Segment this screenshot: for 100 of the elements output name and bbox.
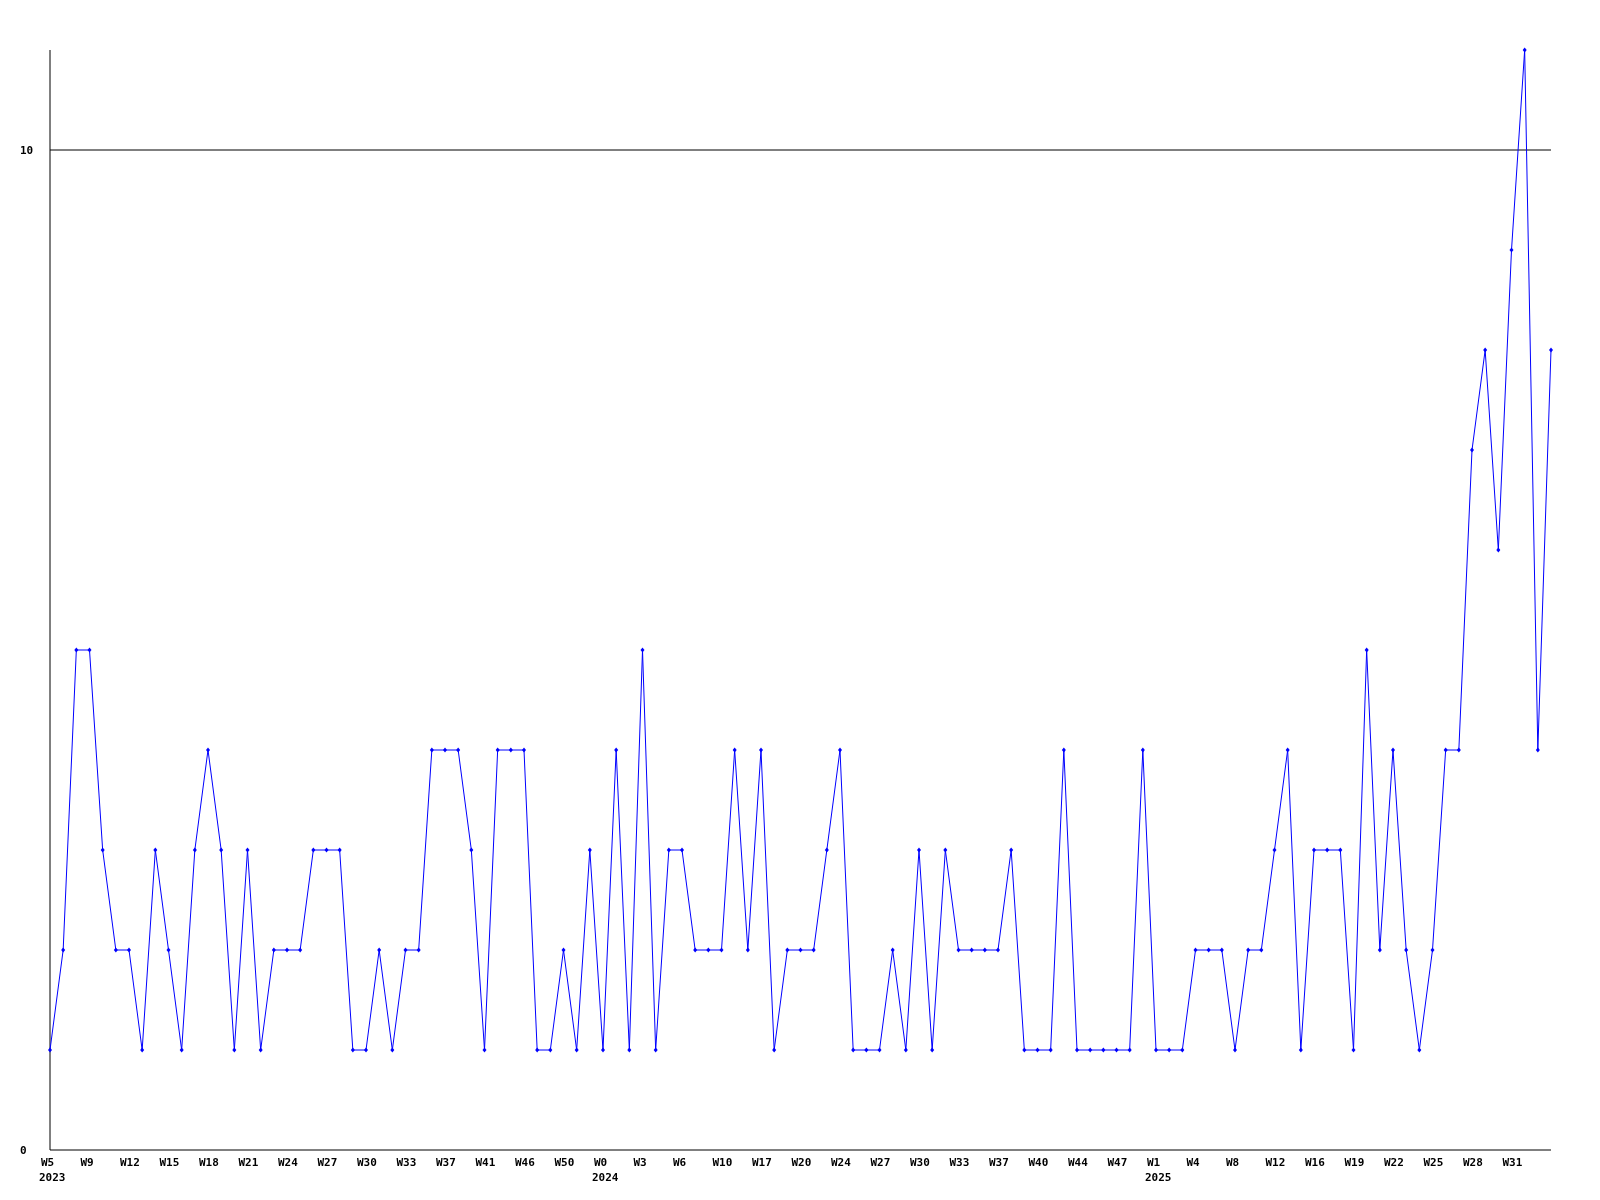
axis-label: W33 [396, 1156, 417, 1169]
year-label: 2023 [39, 1171, 66, 1184]
data-point [1009, 847, 1014, 853]
data-point [1272, 847, 1277, 853]
data-point [61, 947, 66, 953]
data-point [153, 847, 158, 853]
axis-label: W24 [831, 1156, 851, 1169]
data-point [258, 1047, 263, 1053]
data-point [956, 947, 961, 953]
data-point [390, 1047, 395, 1053]
data-point [443, 747, 447, 753]
axis-label: W44 [1068, 1156, 1088, 1169]
data-point [1075, 1047, 1079, 1053]
axis-label: W25 [1423, 1156, 1444, 1169]
data-point [469, 847, 474, 853]
data-point [811, 947, 816, 953]
data-point [1206, 947, 1211, 953]
data-point [1193, 947, 1198, 953]
data-point [601, 1047, 605, 1053]
axis-label: W30 [910, 1156, 930, 1169]
data-point [1285, 747, 1290, 753]
data-point [1483, 347, 1488, 353]
data-point [851, 1047, 856, 1053]
data-point [1167, 1047, 1172, 1053]
data-point [311, 847, 316, 853]
axis-label: W31 [1502, 1156, 1523, 1169]
axis-label: W5 [41, 1156, 55, 1169]
data-point [785, 947, 790, 953]
axis-label: W9 [80, 1156, 94, 1169]
data-point [943, 847, 948, 853]
data-point [574, 1047, 579, 1053]
data-point [1364, 647, 1369, 653]
data-point [403, 947, 408, 953]
axis-label: W50 [554, 1156, 575, 1169]
data-point [1061, 747, 1066, 753]
data-point [100, 847, 105, 853]
data-point [1325, 847, 1330, 853]
data-point [74, 647, 79, 653]
data-point [1048, 1047, 1053, 1053]
data-point [890, 947, 895, 953]
data-point [166, 947, 171, 953]
data-point [535, 1047, 540, 1053]
data-point [1430, 947, 1435, 953]
axis-label: W47 [1107, 1156, 1128, 1169]
data-point [1035, 1047, 1040, 1053]
axis-label: W8 [1226, 1156, 1240, 1169]
data-point [561, 947, 566, 953]
data-point [759, 747, 763, 753]
data-point [587, 847, 592, 853]
axis-label: W4 [1186, 1156, 1200, 1169]
data-point [982, 947, 987, 953]
data-point [693, 947, 698, 953]
axis-label: W15 [159, 1156, 180, 1169]
data-point [1522, 47, 1527, 53]
data-point [127, 947, 131, 953]
data-point [206, 747, 210, 753]
axis-label: W16 [1305, 1156, 1325, 1169]
data-point [522, 747, 526, 753]
axis-label: W28 [1463, 1156, 1483, 1169]
data-point [495, 747, 500, 753]
data-point [798, 947, 803, 953]
data-point [1154, 1047, 1158, 1053]
data-point [1101, 1047, 1106, 1053]
data-point [969, 947, 974, 953]
data-point [219, 847, 224, 853]
axis-label: W10 [712, 1156, 733, 1169]
axis-label: W18 [199, 1156, 219, 1169]
axis-label: W6 [673, 1156, 687, 1169]
data-point [680, 847, 684, 853]
axis-label: W22 [1384, 1156, 1404, 1169]
data-point [917, 847, 921, 853]
data-point [1233, 1047, 1237, 1053]
data-point [653, 1047, 658, 1053]
data-point [627, 1047, 632, 1053]
data-point [1470, 447, 1474, 453]
data-point [416, 947, 421, 953]
data-point [377, 947, 382, 953]
axis-label: W24 [278, 1156, 298, 1169]
data-point [1246, 947, 1251, 953]
data-point [245, 847, 250, 853]
data-point [666, 847, 671, 853]
data-point [1351, 1047, 1356, 1053]
data-point [732, 747, 737, 753]
axis-label: W27 [870, 1156, 891, 1169]
data-point [640, 647, 645, 653]
data-point [1377, 947, 1382, 953]
data-point [745, 947, 750, 953]
axis-label: W27 [317, 1156, 338, 1169]
data-point [1127, 1047, 1132, 1053]
data-point [285, 947, 289, 953]
data-point [1140, 747, 1145, 753]
year-label: 2025 [1145, 1171, 1172, 1184]
data-point [1404, 947, 1409, 953]
data-point [140, 1047, 145, 1053]
axis-label: W40 [1028, 1156, 1049, 1169]
data-point [324, 847, 329, 853]
data-point [1114, 1047, 1119, 1053]
data-point [877, 1047, 882, 1053]
data-point [232, 1047, 237, 1053]
data-point [456, 747, 461, 753]
